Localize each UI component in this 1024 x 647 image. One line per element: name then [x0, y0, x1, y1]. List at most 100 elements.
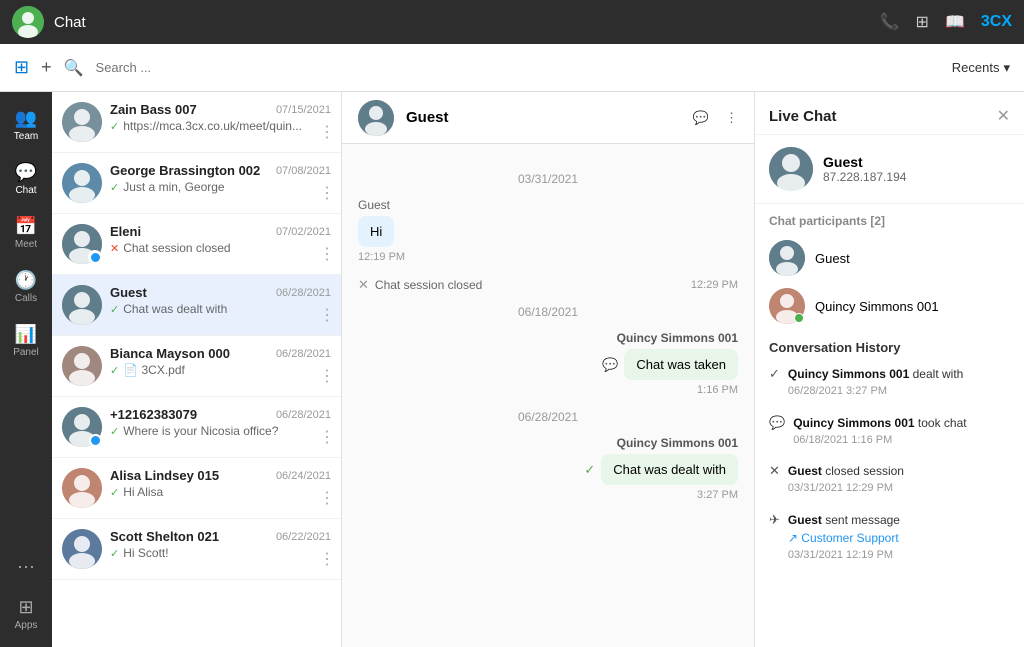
more-icon: ···: [17, 556, 35, 577]
date-divider: 06/18/2021: [358, 305, 738, 319]
recents-button[interactable]: Recents ▾: [952, 60, 1010, 76]
chat-icon: 💬: [769, 415, 785, 431]
list-item[interactable]: +12162383079 06/28/2021 ✓ Where is your …: [52, 397, 341, 458]
list-item[interactable]: Bianca Mayson 000 06/28/2021 ✓ 📄 3CX.pdf…: [52, 336, 341, 397]
chat-header: Guest 💬 ⋮: [342, 92, 754, 144]
more-options-button[interactable]: ⋮: [319, 549, 335, 569]
sidebar-item-meet[interactable]: 📅 Meet: [0, 208, 52, 258]
topbar-icons: 📞 ⊞ 📖 3CX: [880, 12, 1012, 32]
book-icon[interactable]: 📖: [945, 12, 965, 32]
more-options-button[interactable]: ⋮: [319, 427, 335, 447]
history-title: Conversation History: [769, 340, 1010, 355]
live-chat-panel: Live Chat ✕ Guest 87.228.187.194 Chat pa…: [754, 92, 1024, 647]
list-item[interactable]: Eleni 07/02/2021 ✕ Chat session closed ⋮: [52, 214, 341, 275]
participant-item: Quincy Simmons 001: [755, 282, 1024, 330]
search-icon: 🔍: [64, 58, 84, 78]
phone-icon[interactable]: 📞: [880, 12, 900, 32]
live-chat-title: Live Chat: [769, 108, 837, 125]
taken-icon: 💬: [602, 357, 618, 373]
participant-name: Guest: [815, 251, 850, 266]
sidebar-item-calls[interactable]: 🕐 Calls: [0, 262, 52, 312]
close-icon: ✕: [358, 277, 369, 293]
more-options-button[interactable]: ⋮: [319, 122, 335, 142]
date-divider: 03/31/2021: [358, 172, 738, 186]
history-item: ✕ Guest closed session 03/31/2021 12:29 …: [769, 462, 1010, 497]
list-item[interactable]: Zain Bass 007 07/15/2021 ✓ https://mca.3…: [52, 92, 341, 153]
guest-section: Guest 87.228.187.194: [755, 135, 1024, 204]
avatar: [62, 163, 102, 203]
guest-avatar: [769, 147, 813, 191]
chat-header-avatar: [358, 100, 394, 136]
topbar: Chat 📞 ⊞ 📖 3CX: [0, 0, 1024, 44]
user-avatar[interactable]: [12, 6, 44, 38]
list-item[interactable]: George Brassington 002 07/08/2021 ✓ Just…: [52, 153, 341, 214]
more-options-button[interactable]: ⋮: [725, 110, 738, 126]
list-item[interactable]: Guest 06/28/2021 ✓ Chat was dealt with ⋮: [52, 275, 341, 336]
avatar: [62, 102, 102, 142]
close-icon: ✕: [769, 463, 780, 479]
close-button[interactable]: ✕: [997, 106, 1010, 126]
windows-icon[interactable]: ⊞: [14, 57, 29, 78]
msg-group: Quincy Simmons 001 ✓ Chat was dealt with…: [358, 436, 738, 501]
msg-group: Quincy Simmons 001 💬 Chat was taken 1:16…: [358, 331, 738, 396]
grid-icon[interactable]: ⊞: [916, 12, 929, 32]
date-divider: 06/28/2021: [358, 410, 738, 424]
participants-label: Chat participants [2]: [755, 204, 1024, 234]
avatar: [62, 529, 102, 569]
chat-messages: 03/31/2021 Guest Hi 12:19 PM ✕ Chat sess…: [342, 144, 754, 647]
more-options-button[interactable]: ⋮: [319, 488, 335, 508]
more-options-button[interactable]: ⋮: [319, 305, 335, 325]
avatar: [62, 468, 102, 508]
history-item: ✈ Guest sent message ↗ Customer Support …: [769, 511, 1010, 564]
more-options-button[interactable]: ⋮: [319, 366, 335, 386]
message-bubble: Chat was dealt with: [601, 454, 738, 485]
history-item: 💬 Quincy Simmons 001 took chat 06/18/202…: [769, 414, 1010, 449]
new-chat-button[interactable]: +: [41, 57, 52, 78]
guest-name: Guest: [823, 154, 906, 170]
list-item[interactable]: Scott Shelton 021 06/22/2021 ✓ Hi Scott!…: [52, 519, 341, 580]
participant-name: Quincy Simmons 001: [815, 299, 939, 314]
participant-avatar: [769, 240, 805, 276]
more-options-button[interactable]: ⋮: [319, 183, 335, 203]
avatar: [62, 285, 102, 325]
sidebar-item-team[interactable]: 👥 Team: [0, 100, 52, 150]
guest-ip: 87.228.187.194: [823, 170, 906, 184]
message-bubble: Chat was taken: [624, 349, 738, 380]
chat-header-name: Guest: [406, 109, 681, 126]
chat-list: Zain Bass 007 07/15/2021 ✓ https://mca.3…: [52, 92, 342, 647]
msg-group: Guest Hi 12:19 PM: [358, 198, 738, 263]
sidebar-item-more[interactable]: ···: [0, 548, 52, 585]
list-item[interactable]: Alisa Lindsey 015 06/24/2021 ✓ Hi Alisa …: [52, 458, 341, 519]
sidebar-item-apps[interactable]: ⊞ Apps: [0, 589, 52, 639]
online-indicator: [794, 313, 804, 323]
sidebar-item-panel[interactable]: 📊 Panel: [0, 316, 52, 366]
system-message: ✕ Chat session closed 12:29 PM: [358, 277, 738, 293]
panel-icon: 📊: [15, 324, 37, 345]
main-area: 👥 Team 💬 Chat 📅 Meet 🕐 Calls 📊 Panel ···…: [0, 92, 1024, 647]
chat-icon: 💬: [15, 162, 37, 183]
chat-icon-button[interactable]: 💬: [693, 110, 709, 126]
sidebar-item-chat[interactable]: 💬 Chat: [0, 154, 52, 204]
participant-avatar: [769, 288, 805, 324]
status-indicator: [89, 251, 102, 264]
search-input[interactable]: [96, 60, 940, 75]
conversation-history: Conversation History ✓ Quincy Simmons 00…: [755, 330, 1024, 587]
app-title: Chat: [54, 14, 870, 31]
avatar: [62, 346, 102, 386]
message-bubble: Hi: [358, 216, 394, 247]
brand-logo: 3CX: [981, 13, 1012, 31]
dealt-icon: ✓: [584, 462, 595, 478]
apps-icon: ⊞: [18, 597, 33, 618]
meet-icon: 📅: [15, 216, 37, 237]
participant-item: Guest: [755, 234, 1024, 282]
send-icon: ✈: [769, 512, 780, 528]
team-icon: 👥: [15, 108, 37, 129]
calls-icon: 🕐: [15, 270, 37, 291]
live-chat-header: Live Chat ✕: [755, 92, 1024, 135]
status-indicator: [89, 434, 102, 447]
sidebar: 👥 Team 💬 Chat 📅 Meet 🕐 Calls 📊 Panel ···…: [0, 92, 52, 647]
history-item: ✓ Quincy Simmons 001 dealt with 06/28/20…: [769, 365, 1010, 400]
chat-main: Guest 💬 ⋮ 03/31/2021 Guest Hi 12:19 PM ✕…: [342, 92, 754, 647]
check-icon: ✓: [769, 366, 780, 382]
more-options-button[interactable]: ⋮: [319, 244, 335, 264]
